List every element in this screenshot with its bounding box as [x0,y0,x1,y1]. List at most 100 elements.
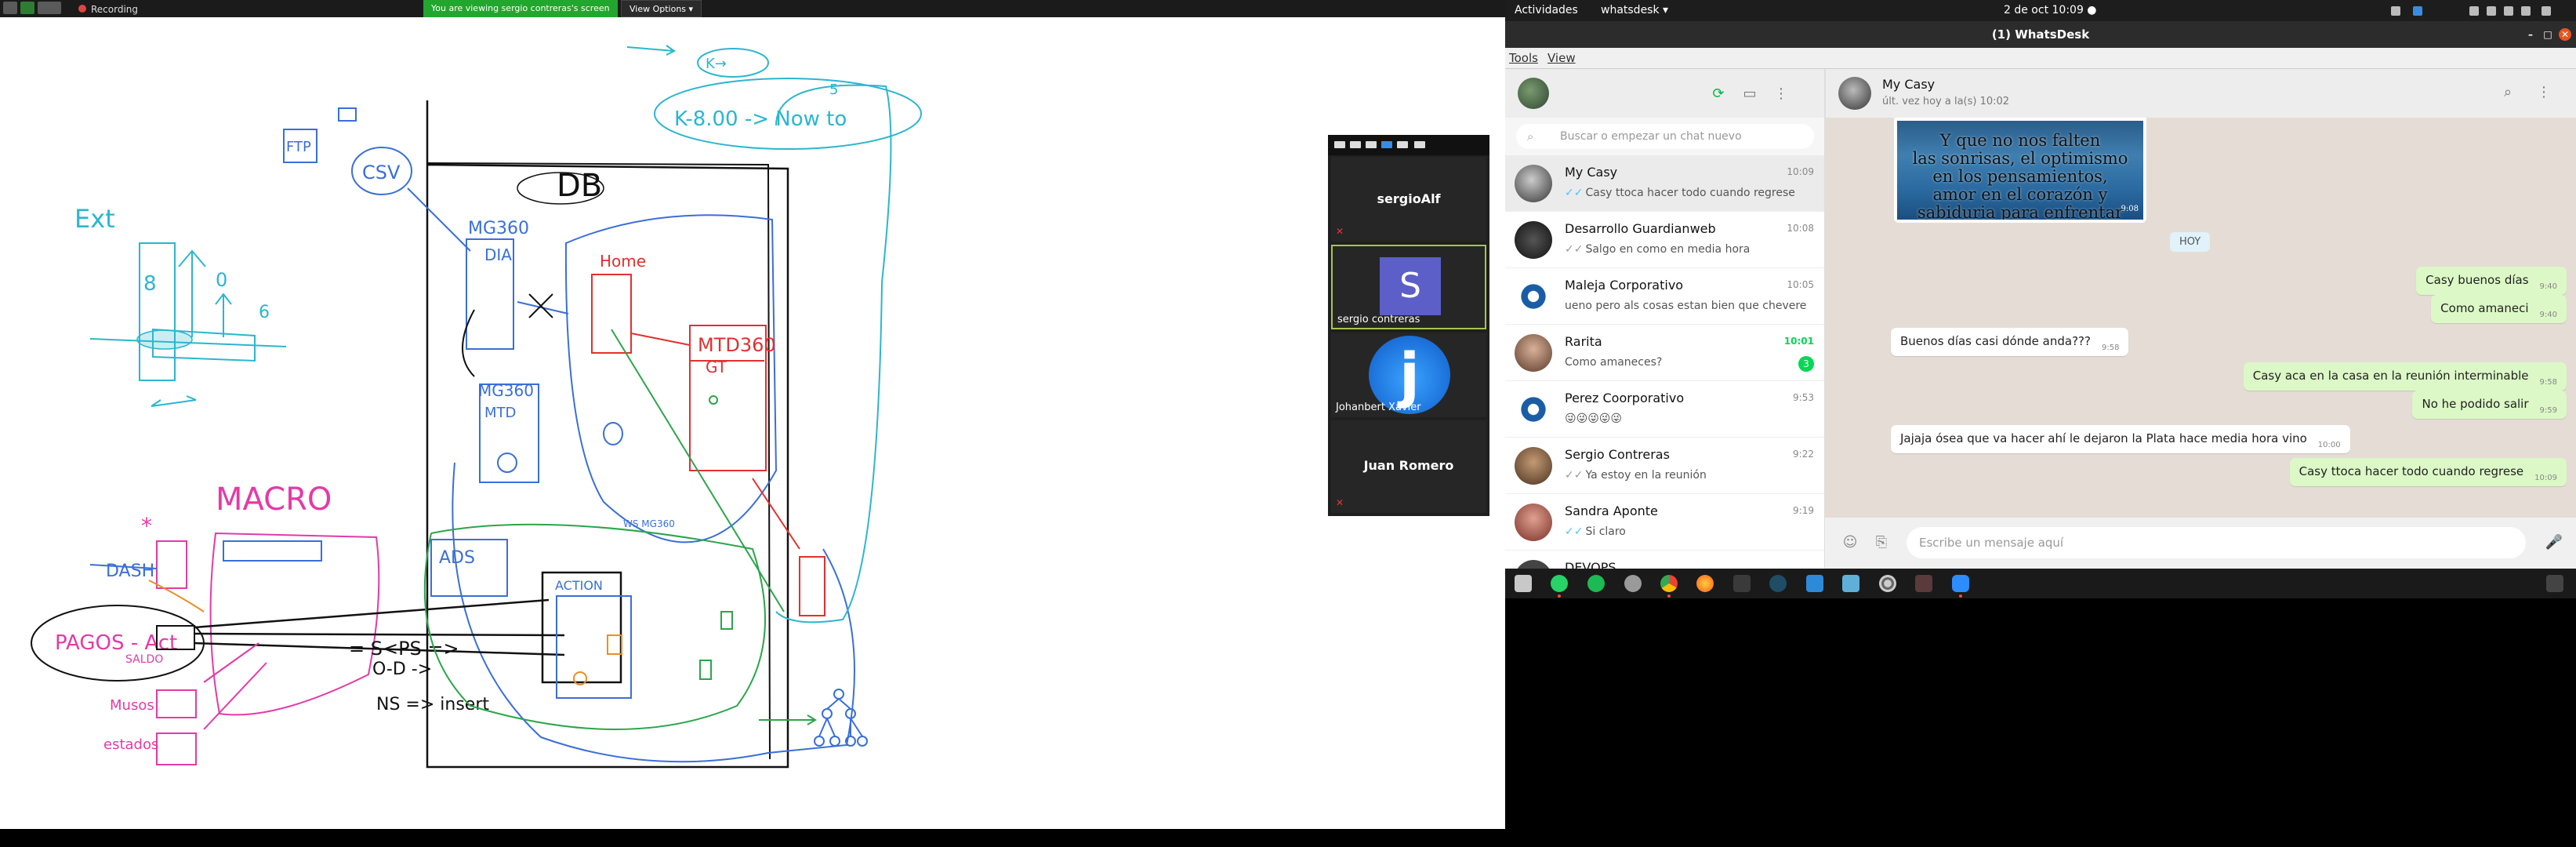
strip-view-icon[interactable] [1350,141,1361,148]
vscode-icon[interactable] [1806,575,1823,592]
network-icon[interactable] [2469,6,2479,16]
menu-dots-icon[interactable]: ⋮ [1773,86,1789,102]
more-layout-icon[interactable] [1414,141,1425,148]
app-grid-icon[interactable] [2546,575,2563,592]
github-icon[interactable] [1624,575,1642,592]
conversation-pane: My Casy últ. vez hoy a la(s) 10:02 ⌕ ⋮ Y… [1825,69,2576,569]
alacritty-icon[interactable] [1769,575,1787,592]
conversation-header[interactable]: My Casy últ. vez hoy a la(s) 10:02 ⌕ ⋮ [1825,69,2576,118]
shield-icon[interactable] [20,2,34,14]
app-menu[interactable]: whatsdesk ▾ [1601,4,1668,16]
message-bubble-in[interactable]: Buenos días casi dónde anda??? 9:58 [1891,328,2129,356]
battery-icon[interactable] [2521,6,2531,16]
home-box [591,274,632,354]
macro-bar [223,540,322,562]
chat-item-sandra[interactable]: Sandra Aponte 9:19 ✓✓ Si claro [1505,494,1824,551]
mg-mtd-sub: MTD [484,405,516,421]
close-icon[interactable]: ✕ [2559,28,2571,41]
message-bubble-out[interactable]: Casy buenos días 9:40 [2416,267,2567,295]
chat-item-rarita[interactable]: Rarita 10:01 Como amaneces? 3 [1505,325,1824,381]
image-viewer-icon[interactable] [1842,575,1859,592]
day-separator: HOY [2170,232,2211,252]
search-input[interactable] [1560,127,1803,146]
chat-item-desarrollo[interactable]: Desarrollo Guardianweb 10:08 ✓✓ Salgo en … [1505,212,1824,268]
zoom-tray-icon[interactable] [2413,6,2422,16]
new-chat-icon[interactable]: ▭ [1742,86,1758,102]
search-box[interactable]: ⌕ [1516,124,1814,149]
attach-icon[interactable]: ⎘ [1872,533,1891,552]
db-inner-line [426,162,771,760]
microphone-icon[interactable]: 🎤 [2545,533,2563,552]
participant-panel: sergioAlf ✕ S sergio contreras j Johanbe… [1328,135,1489,516]
double-check-icon: ✓✓ [1565,243,1584,256]
mtd-gt-dot [709,395,718,405]
chat-item-maleja[interactable]: Maleja Corporativo 10:05 ueno pero als c… [1505,268,1824,325]
chat-name: Maleja Corporativo [1565,278,1684,293]
chat-item-my-casy[interactable]: My Casy 10:09 ✓✓ Casy ttoca hacer todo cu… [1505,155,1824,212]
gallery-view-icon[interactable] [1381,141,1392,148]
participant-tile-2[interactable]: S sergio contreras [1331,245,1486,329]
ext-hatch [136,329,193,350]
view-options-button[interactable]: View Options ▾ [621,0,702,17]
zoom-menu-button[interactable] [3,2,17,14]
five-label: 5 [829,82,838,98]
avatar [1515,165,1552,202]
avatar[interactable] [1838,77,1871,110]
message-bubble-out[interactable]: Casy aca en la casa en la reunión interm… [2243,362,2567,391]
whatsapp-icon[interactable] [1551,575,1568,592]
chrome-icon[interactable] [1660,575,1678,592]
spotify-icon[interactable] [1587,575,1605,592]
volume-icon[interactable] [2487,6,2496,16]
participant-name: sergio contreras [1337,314,1420,325]
ext-arrow-up-2 [215,293,232,337]
minimize-icon[interactable] [1334,141,1345,148]
minimize-icon[interactable]: – [2524,28,2537,41]
window-title-text: (1) WhatsDesk [1991,27,2090,42]
menu-view[interactable]: View [1547,51,1576,65]
speaker-view-icon[interactable] [1366,141,1377,148]
message-list[interactable]: Y que no nos falten las sonrisas, el opt… [1825,118,2576,518]
chat-item-devops[interactable]: DEVOPS [1505,551,1824,569]
whatsapp-tray-icon[interactable] [2391,6,2400,16]
image-caption-line: sabiduria para enfrentar [1917,203,2124,220]
chat-item-perez[interactable]: Perez Coorporativo 9:53 😜😜😜😜😜 [1505,381,1824,438]
app-icon[interactable] [1915,575,1932,592]
zoom-icon[interactable] [1952,575,1969,592]
power-icon[interactable] [2542,6,2551,16]
ext-bar [139,242,176,381]
firefox-icon[interactable] [1696,575,1714,592]
zoom-layout-button[interactable] [38,2,61,14]
activities-button[interactable]: Actividades [1515,4,1578,16]
terminal-icon[interactable] [1733,575,1751,592]
microphone-icon[interactable] [2504,6,2513,16]
participant-tile-3[interactable]: j Johanbert Xavier [1331,333,1486,417]
message-bubble-out[interactable]: Casy ttoca hacer todo cuando regrese 10:0… [2289,458,2567,486]
chat-time: 10:09 [1787,166,1814,177]
participant-tile-1[interactable]: sergioAlf ✕ [1331,157,1486,242]
emoji-icon[interactable]: ☺ [1841,533,1859,552]
participant-tile-4[interactable]: Juan Romero ✕ [1331,420,1486,513]
image-caption-line: las sonrisas, el optimismo [1912,149,2128,168]
running-indicator [1959,594,1962,598]
recording-icon [78,5,86,13]
chat-item-sergio[interactable]: Sergio Contreras 9:22 ✓✓ Ya estoy en la r… [1505,438,1824,494]
musos-label: Musos [110,697,154,714]
maximize-icon[interactable]: □ [2542,28,2554,41]
menu-tools[interactable]: Tools [1509,51,1538,65]
image-message[interactable]: Y que no nos falten las sonrisas, el opt… [1894,118,2146,223]
message-input[interactable] [1907,527,2526,558]
files-icon[interactable] [1515,575,1532,592]
message-bubble-out[interactable]: Como amaneci 9:40 [2431,295,2567,323]
my-avatar[interactable] [1518,78,1549,109]
settings-icon[interactable] [1879,575,1896,592]
ext-label: Ext [74,204,115,234]
clock[interactable]: 2 de oct 10:09 ● [2004,4,2097,16]
menu-dots-icon[interactable]: ⋮ [2536,85,2552,100]
db-outer-box [426,100,789,769]
search-icon[interactable]: ⌕ [2500,85,2516,100]
status-icon[interactable]: ⟳ [1711,86,1726,102]
message-bubble-out[interactable]: No he podido salir 9:59 [2412,391,2567,419]
message-bubble-in[interactable]: Jajaja ósea que va hacer ahí le dejaron … [1891,425,2350,453]
side-by-side-icon[interactable] [1397,141,1408,148]
whiteboard-canvas[interactable]: DB Ext 8 0 6 FTP CSV MG360 DIA MG360 MTD… [0,17,1505,829]
